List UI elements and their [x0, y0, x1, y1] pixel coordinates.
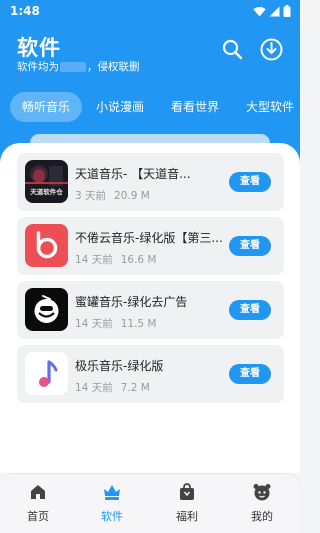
view-button[interactable]: 查看 — [229, 300, 271, 320]
bujuan-app-icon — [25, 224, 68, 267]
app-title: 蜜罐音乐-绿化去广告 — [75, 295, 188, 309]
wifi-icon — [253, 6, 266, 17]
app-time: 14 天前 — [75, 254, 113, 266]
nav-label: 福利 — [176, 510, 198, 523]
nav-item-profile[interactable]: 我的 — [232, 482, 292, 524]
page-title: 软件 — [17, 36, 61, 60]
nav-label: 首页 — [27, 510, 49, 523]
tab-novels-comics[interactable]: 小说漫画 — [96, 92, 144, 122]
app-title: 不倦云音乐-绿化版【第三... — [75, 231, 223, 245]
app-meta: 14 天前 11.5 M — [75, 316, 156, 331]
tab-see-world[interactable]: 看看世界 — [171, 92, 219, 122]
software-icon — [104, 485, 120, 500]
view-button[interactable]: 查看 — [229, 364, 271, 384]
tab-large-software[interactable]: 大型软件 — [246, 92, 294, 122]
download-icon — [260, 38, 282, 60]
app-size: 20.9 M — [114, 190, 150, 202]
app-size: 7.2 M — [120, 382, 150, 394]
download-button[interactable] — [258, 36, 284, 62]
tiandao-icon-text: 天道软件仓 — [30, 187, 63, 196]
app-card[interactable]: 蜜罐音乐-绿化去广告 14 天前 11.5 M 查看 — [17, 281, 284, 339]
battery-icon — [283, 5, 291, 17]
profile-icon — [253, 484, 271, 501]
app-card[interactable]: 天道软件仓 天道音乐- 【天道音... 3 天前 20.9 M 查看 — [17, 153, 284, 211]
status-bar: 1:48 — [0, 0, 300, 22]
tab-music[interactable]: 畅听音乐 — [10, 92, 83, 122]
app-time: 3 天前 — [75, 190, 107, 202]
category-tabs: 畅听音乐 小说漫画 看看世界 大型软件 — [0, 88, 300, 126]
search-button[interactable] — [219, 36, 245, 62]
app-time: 14 天前 — [75, 318, 113, 330]
view-button[interactable]: 查看 — [229, 236, 271, 256]
app-title: 天道音乐- 【天道音... — [75, 167, 191, 181]
app-time: 14 天前 — [75, 382, 113, 394]
app-size: 11.5 M — [120, 318, 157, 330]
miguan-app-icon — [25, 288, 68, 331]
app-list-panel: 天道软件仓 天道音乐- 【天道音... 3 天前 20.9 M 查看 不倦云音乐-… — [0, 143, 300, 473]
status-time: 1:48 — [10, 4, 40, 18]
app-meta: 3 天前 20.9 M — [75, 188, 150, 203]
signal-icon — [269, 6, 280, 16]
page-subtitle: 软件均为 ，侵权联删 — [17, 61, 140, 73]
nav-item-benefits[interactable]: 福利 — [157, 482, 217, 524]
app-meta: 14 天前 16.6 M — [75, 252, 156, 267]
app-card[interactable]: 不倦云音乐-绿化版【第三... 14 天前 16.6 M 查看 — [17, 217, 284, 275]
nav-item-home[interactable]: 首页 — [8, 482, 68, 524]
tiandao-app-icon: 天道软件仓 — [25, 160, 68, 203]
nav-label: 软件 — [101, 510, 123, 523]
app-title: 极乐音乐-绿化版 — [75, 359, 164, 373]
bottom-nav: 首页 软件 福利 我的 — [0, 473, 300, 533]
redacted-text — [60, 62, 86, 72]
home-icon — [31, 485, 45, 499]
view-button[interactable]: 查看 — [229, 172, 271, 192]
app-size: 16.6 M — [120, 254, 157, 266]
search-icon — [222, 39, 242, 59]
nav-label: 我的 — [251, 510, 273, 523]
nav-item-software[interactable]: 软件 — [82, 482, 142, 524]
app-meta: 14 天前 7.2 M — [75, 380, 150, 395]
bag-icon — [180, 483, 194, 500]
app-card[interactable]: 极乐音乐-绿化版 14 天前 7.2 M 查看 — [17, 345, 284, 403]
jile-app-icon — [25, 352, 68, 395]
